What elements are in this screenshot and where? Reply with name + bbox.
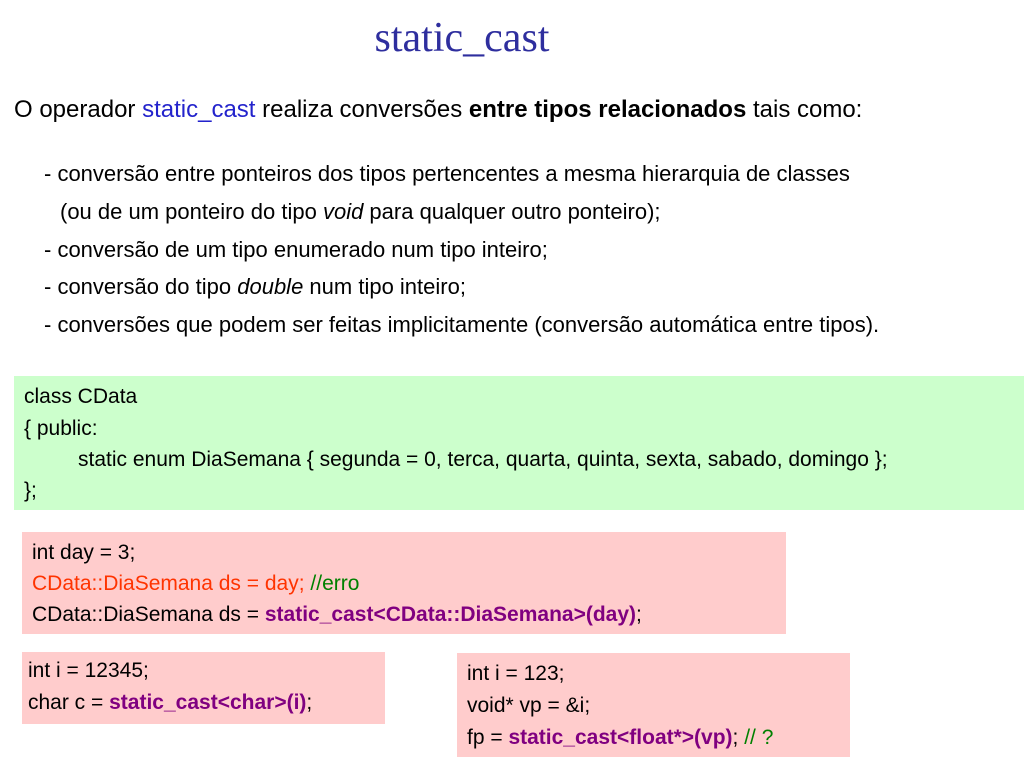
code-block-pointer-cast: int i = 123; void* vp = &i; fp = static_… [457,653,850,757]
code-line: int day = 3; [32,541,136,564]
intro-emphasis: entre tipos relacionados [468,96,747,123]
intro-text: realiza conversões [255,96,469,123]
code-line: void* vp = &i; [467,694,591,717]
code-line: static enum DiaSemana { segunda = 0, ter… [78,448,888,471]
code-line: CData::DiaSemana ds = day; //erro [32,572,360,595]
code-line: fp = static_cast<float*>(vp); // ? [467,726,774,749]
bullet-item: - conversão do tipo double num tipo inte… [44,274,466,299]
intro-text: tais como: [746,96,863,123]
code-line: char c = static_cast<char>(i); [28,691,313,714]
code-block-class: class CData { public: static enum DiaSem… [14,376,1024,510]
intro-paragraph: O operador static_cast realiza conversõe… [14,94,1004,126]
bullet-item: - conversão de um tipo enumerado num tip… [44,237,548,262]
intro-text: O operador [14,96,143,123]
code-block-enum-cast: int day = 3; CData::DiaSemana ds = day; … [22,532,786,634]
code-line: { public: [24,417,98,440]
bullet-item: - conversões que podem ser feitas implic… [44,312,880,337]
code-line: class CData [24,385,138,408]
code-line: int i = 12345; [28,659,149,682]
code-block-char-cast: int i = 12345; char c = static_cast<char… [22,652,385,724]
code-line: CData::DiaSemana ds = static_cast<CData:… [32,603,642,626]
bullet-item: - conversão entre ponteiros dos tipos pe… [44,161,850,186]
bullet-item-continuation: (ou de um ponteiro do tipo void para qua… [60,199,661,224]
code-line: int i = 123; [467,662,565,685]
slide-title: static_cast [374,15,550,61]
code-line: }; [24,479,37,502]
intro-keyword: static_cast [142,96,256,123]
